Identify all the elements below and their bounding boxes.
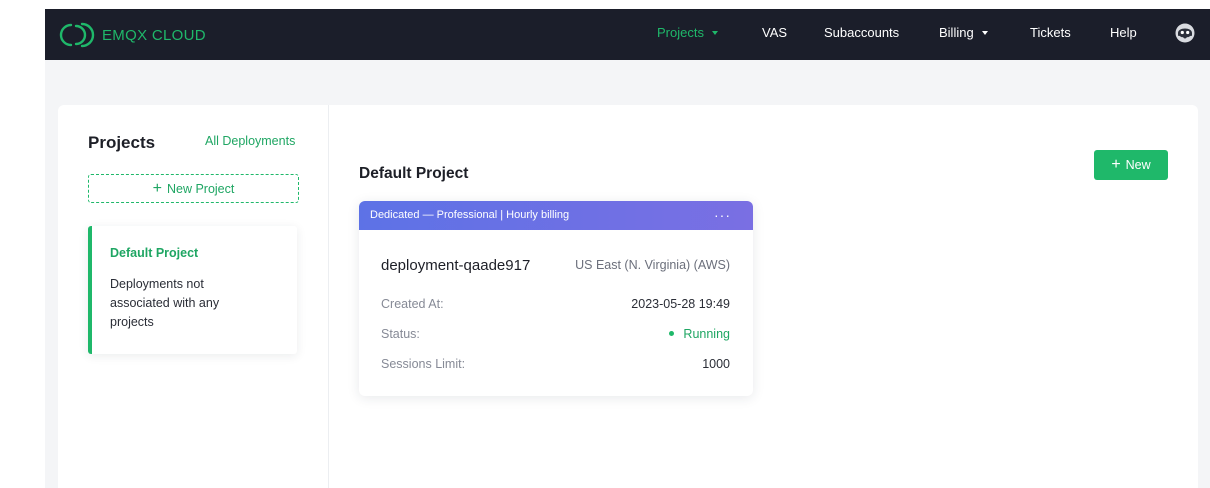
more-options-icon[interactable]: ···: [714, 207, 731, 223]
content-panel: Projects All Deployments + New Project D…: [58, 105, 1198, 488]
nav-help-label: Help: [1110, 25, 1137, 40]
status-dot-icon: [669, 331, 675, 336]
nav-subaccounts-label: Subaccounts: [824, 25, 900, 40]
sidebar-divider: [328, 105, 329, 488]
nav-tickets-label: Tickets: [1030, 25, 1071, 40]
new-project-label: New Project: [166, 181, 235, 196]
nav-subaccounts[interactable]: Subaccounts: [824, 25, 899, 40]
status-text: Running: [683, 327, 730, 341]
plus-icon: +: [1111, 156, 1121, 173]
deployment-region: US East (N. Virginia) (AWS): [575, 258, 730, 272]
all-deployments-link[interactable]: All Deployments: [205, 134, 295, 148]
nav-billing-label: Billing: [939, 25, 974, 40]
nav-tickets[interactable]: Tickets: [1030, 25, 1071, 40]
created-at-value: 2023-05-28 19:49: [631, 297, 730, 311]
status-label: Status:: [381, 327, 420, 341]
new-button-label: New: [1125, 158, 1151, 172]
nav-help[interactable]: Help: [1110, 25, 1137, 40]
chevron-down-icon: [711, 31, 718, 35]
top-navbar: EMQX CLOUD Projects VAS Subaccounts Bill…: [45, 9, 1210, 60]
emqx-logo-icon: [59, 22, 95, 48]
deployment-plan: Dedicated — Professional | Hourly billin…: [370, 209, 570, 221]
new-project-button[interactable]: + New Project: [88, 174, 299, 203]
selected-indicator: [88, 226, 92, 354]
status-value: Running: [669, 327, 730, 341]
nav-vas[interactable]: VAS: [762, 25, 787, 40]
sessions-limit-label: Sessions Limit:: [381, 357, 466, 371]
created-at-label: Created At:: [381, 297, 444, 311]
new-deployment-button[interactable]: + New: [1094, 150, 1168, 180]
brand-logo[interactable]: EMQX CLOUD: [59, 22, 206, 48]
nav-billing[interactable]: Billing: [939, 25, 988, 40]
project-name: Default Project: [110, 246, 199, 260]
project-card-default[interactable]: Default Project Deployments not associat…: [88, 226, 297, 354]
app-window: EMQX CLOUD Projects VAS Subaccounts Bill…: [45, 9, 1210, 488]
deployment-card-header: Dedicated — Professional | Hourly billin…: [359, 201, 753, 230]
brand-name: EMQX CLOUD: [102, 26, 206, 44]
user-avatar-icon[interactable]: [1175, 23, 1195, 43]
deployment-name: deployment-qaade917: [381, 257, 531, 274]
chevron-down-icon: [981, 31, 988, 35]
nav-projects[interactable]: Projects: [657, 25, 718, 40]
plus-icon: +: [152, 179, 162, 197]
page-title: Default Project: [359, 165, 469, 182]
sessions-limit-value: 1000: [702, 357, 730, 371]
nav-projects-label: Projects: [657, 25, 704, 40]
deployment-card[interactable]: Dedicated — Professional | Hourly billin…: [359, 201, 753, 396]
sidebar-title: Projects: [88, 133, 156, 152]
nav-vas-label: VAS: [762, 25, 788, 40]
project-description: Deployments not associated with any proj…: [110, 277, 220, 329]
